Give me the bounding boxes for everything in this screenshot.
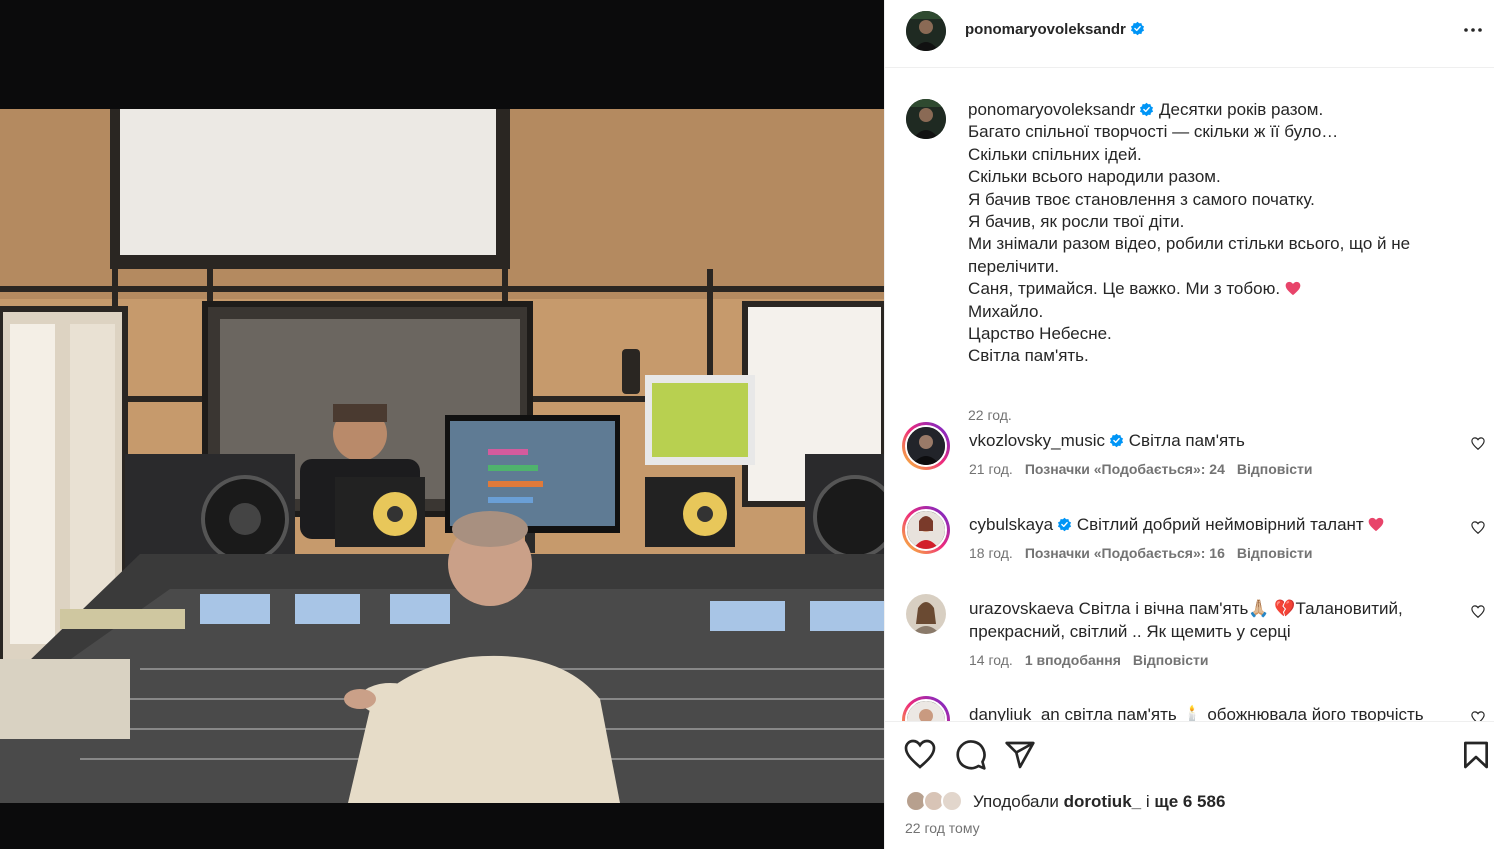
comment-icon[interactable] [955,739,987,771]
commenter-avatar[interactable] [905,509,947,551]
pink-heart-emoji-icon [1369,517,1384,532]
comment-like-heart-icon[interactable] [1471,437,1485,451]
commenter-avatar[interactable] [905,699,947,721]
caption-line: Саня, тримайся. Це важко. Ми з тобою. [968,279,1281,299]
bookmark-icon[interactable] [1460,739,1492,771]
likes-user[interactable]: dorotiuk_ [1064,792,1141,811]
caption-line: Скільки всього народили разом. [968,167,1221,187]
comment-body: світла пам'ять 🕯️ обожнювала його творчі… [1064,705,1424,721]
commenter-avatar-story-ring[interactable] [902,506,950,554]
caption-line: Десятки років разом. [1159,100,1324,119]
likes-mid: і [1145,792,1150,811]
comment-text: vkozlovsky_music Світла пам'ять [969,429,1439,452]
verified-badge-icon [1130,21,1144,36]
comment-like-heart-icon[interactable] [1471,521,1485,535]
pink-heart-emoji-icon [1285,282,1301,296]
commenter-username[interactable]: vkozlovsky_music [969,431,1105,450]
post-actions-footer: Уподобали dorotiuk_ і ще 6 586 22 год то… [885,721,1494,849]
comment-body: Світла пам'ять [1128,431,1245,450]
verified-badge-icon [1058,517,1072,532]
comments-scroll-area[interactable]: ponomaryovoleksandr Десятки років разом.… [885,69,1494,721]
heart-icon[interactable] [904,739,936,771]
verified-badge-icon [1109,433,1124,448]
comment-like-heart-icon[interactable] [1471,711,1485,721]
more-horizontal-icon [1464,28,1482,32]
caption-line: Ми знімали разом відео, робили стільки в… [968,234,1411,276]
commenter-username[interactable]: cybulskaya [969,515,1053,534]
comment-text: urazovskaeva Світла і вічна пам'ять🙏🏼 💔Т… [969,597,1439,643]
share-icon[interactable] [1004,739,1036,771]
post-media [0,0,884,849]
commenter-username[interactable]: urazovskaeva [969,599,1074,618]
reply-button[interactable]: Відповісти [1133,652,1209,668]
comment-time[interactable]: 14 год. [969,652,1013,668]
caption-line: Царство Небесне. [968,324,1112,344]
comment-like-heart-icon[interactable] [1471,605,1485,619]
comment-like-count[interactable]: Позначки «Подобається»: 24 [1025,461,1225,477]
caption-line: Багато спільної творчості — скільки ж її… [968,122,1339,142]
caption-line: Я бачив, як росли твої діти. [968,212,1185,232]
post-photo[interactable] [0,109,884,803]
comment-meta: 21 год. Позначки «Подобається»: 24 Відпові… [969,461,1325,477]
caption-username[interactable]: ponomaryovoleksandr [968,100,1135,119]
caption-line: Я бачив твоє становлення з самого початк… [968,189,1315,209]
author-avatar[interactable] [906,11,946,51]
caption-line: Михайло. [968,301,1044,321]
caption-author-avatar[interactable] [906,99,946,139]
caption-text: ponomaryovoleksandr Десятки років разом.… [968,99,1468,368]
verified-badge-icon [1140,102,1154,117]
comment-body: Світлий добрий неймовірний талант [1076,515,1364,534]
commenter-avatar[interactable] [906,594,946,634]
comment-like-count[interactable]: 1 вподобання [1025,652,1121,668]
likes-summary[interactable]: Уподобали dorotiuk_ і ще 6 586 [905,790,1225,812]
comment-meta: 18 год. Позначки «Подобається»: 16 Відпові… [969,545,1325,561]
caption-line: Світла пам'ять. [968,346,1089,366]
post-side-panel: ponomaryovoleksandr ponomaryovoleksandr … [884,0,1494,849]
comment-text: danyliuk_an світла пам'ять 🕯️ обожнювала… [969,703,1439,721]
liker-avatar [941,790,963,812]
commenter-avatar-story-ring[interactable] [902,422,950,470]
post-timestamp[interactable]: 22 год тому [905,820,980,836]
post-header: ponomaryovoleksandr [885,0,1494,68]
reply-button[interactable]: Відповісти [1237,545,1313,561]
author-username-header[interactable]: ponomaryovoleksandr [965,21,1145,38]
author-username-text[interactable]: ponomaryovoleksandr [965,21,1126,38]
caption-line: Скільки спільних ідей. [968,144,1142,164]
more-options-button[interactable] [1461,18,1485,42]
comment-like-count[interactable]: Позначки «Подобається»: 16 [1025,545,1225,561]
caption-timestamp[interactable]: 22 год. [968,407,1012,423]
comment-text: cybulskaya Світлий добрий неймовірний та… [969,513,1439,536]
likes-prefix: Уподобали [973,792,1059,811]
comment-meta: 14 год. 1 вподобання Відповісти [969,652,1221,668]
liker-avatars [905,790,969,812]
comment-time[interactable]: 18 год. [969,545,1013,561]
studio-photo-image [0,109,884,803]
likes-count[interactable]: ще 6 586 [1154,792,1225,811]
commenter-avatar-story-ring[interactable] [902,696,950,721]
comment-time[interactable]: 21 год. [969,461,1013,477]
commenter-username[interactable]: danyliuk_an [969,705,1060,721]
commenter-avatar[interactable] [905,425,947,467]
reply-button[interactable]: Відповісти [1237,461,1313,477]
